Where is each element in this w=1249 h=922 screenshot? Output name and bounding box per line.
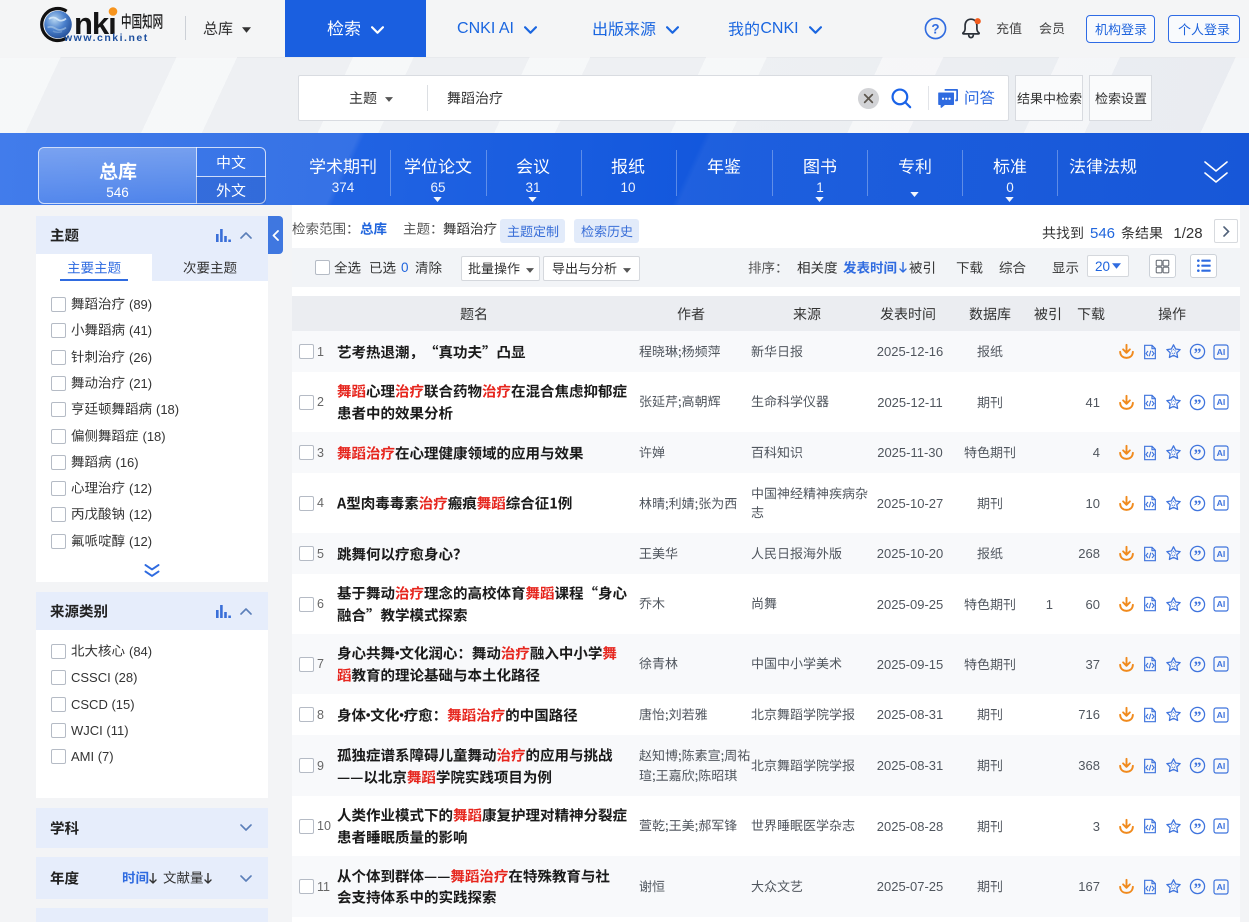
svg-text:”: ” <box>1194 396 1202 410</box>
svg-text:”: ” <box>1194 760 1202 774</box>
svg-text:AI: AI <box>1217 599 1226 609</box>
svg-text:AI: AI <box>1217 397 1226 407</box>
svg-text:AI: AI <box>1217 821 1226 831</box>
svg-text:AI: AI <box>1217 882 1226 892</box>
svg-text:”: ” <box>1194 447 1202 461</box>
svg-text:AI: AI <box>1217 761 1226 771</box>
svg-text:AI: AI <box>1217 347 1226 357</box>
svg-text:”: ” <box>1194 709 1202 723</box>
svg-text:”: ” <box>1194 497 1202 511</box>
svg-text:AI: AI <box>1217 549 1226 559</box>
svg-text:”: ” <box>1194 548 1202 562</box>
svg-text:”: ” <box>1194 881 1202 895</box>
svg-text:AI: AI <box>1217 659 1226 669</box>
svg-text:”: ” <box>1194 820 1202 834</box>
svg-text:”: ” <box>1194 598 1202 612</box>
svg-text:AI: AI <box>1217 448 1226 458</box>
svg-text:AI: AI <box>1217 498 1226 508</box>
svg-text:?: ? <box>931 21 939 36</box>
svg-text:”: ” <box>1194 658 1202 672</box>
svg-text:”: ” <box>1194 346 1202 360</box>
svg-text:AI: AI <box>1217 710 1226 720</box>
